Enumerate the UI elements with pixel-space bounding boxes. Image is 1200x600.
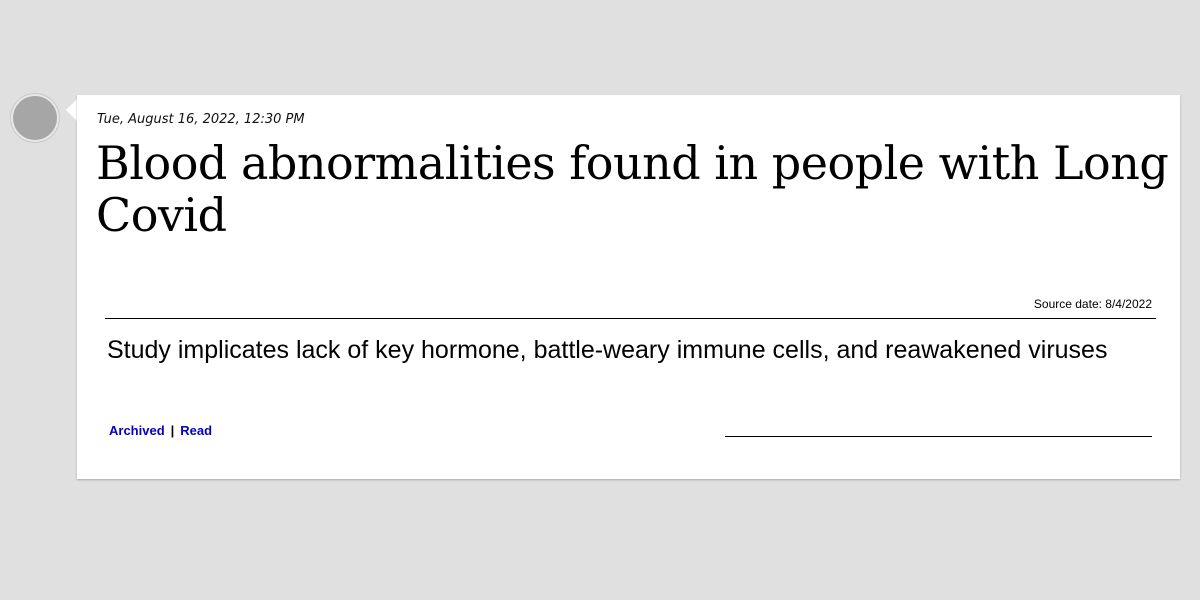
archived-link[interactable]: Archived xyxy=(109,423,165,438)
entry-subtitle: Study implicates lack of key hormone, ba… xyxy=(107,336,1108,364)
source-date: Source date: 8/4/2022 xyxy=(1033,297,1152,311)
divider-bottom xyxy=(725,436,1152,437)
timeline-page: Tue, August 16, 2022, 12:30 PM Blood abn… xyxy=(0,0,1200,600)
entry-timestamp: Tue, August 16, 2022, 12:30 PM xyxy=(97,112,305,127)
timeline-dot-icon xyxy=(13,96,57,140)
link-separator: | xyxy=(170,423,175,438)
read-link[interactable]: Read xyxy=(180,423,212,438)
news-card: Tue, August 16, 2022, 12:30 PM Blood abn… xyxy=(77,95,1180,479)
entry-links: Archived | Read xyxy=(109,423,212,438)
divider xyxy=(105,318,1156,319)
entry-headline: Blood abnormalities found in people with… xyxy=(96,136,1169,242)
